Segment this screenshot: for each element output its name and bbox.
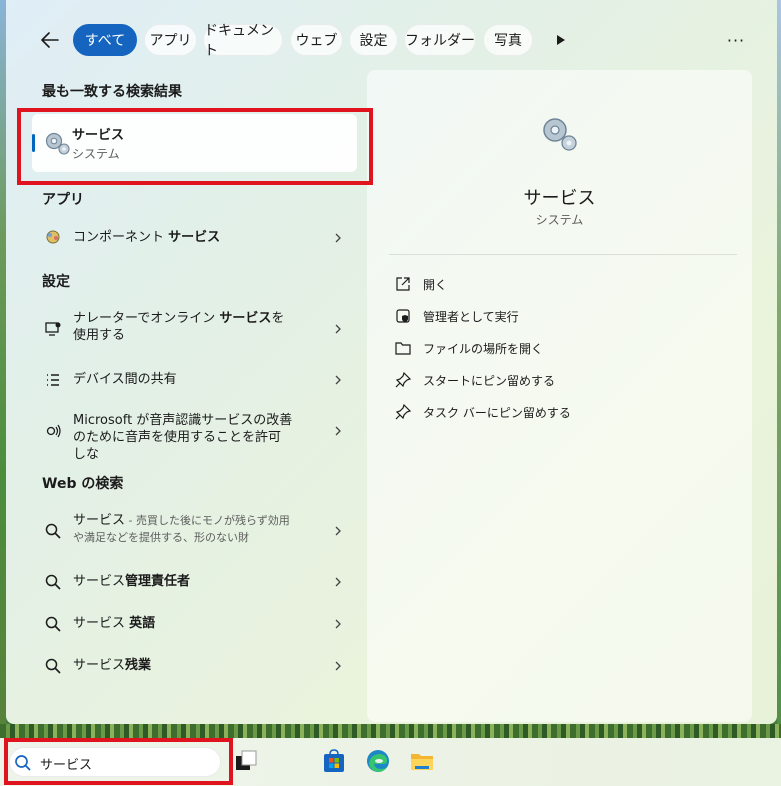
tab-apps[interactable]: アプリ (144, 24, 197, 56)
list-item-label: ナレーターでオンライン サービスを使用する (73, 311, 285, 343)
back-button[interactable] (36, 26, 64, 54)
search-icon (45, 574, 61, 590)
tab-all[interactable]: すべて (73, 24, 137, 56)
play-icon (557, 35, 565, 45)
list-item-label: サービス残業 (73, 658, 152, 673)
action-pin-to-start[interactable]: スタートにピン留めする (395, 370, 695, 392)
tab-folders[interactable]: フォルダー (404, 24, 476, 56)
preview-subtitle: システム (535, 213, 584, 227)
list-item-label: Microsoft が音声認識サービスの改善のために音声を使用することを許可しな (73, 413, 293, 462)
list-item-narrator-services[interactable]: ナレーターでオンライン サービスを使用する (32, 308, 357, 350)
action-open-file-location[interactable]: ファイルの場所を開く (395, 338, 695, 360)
chevron-right-icon (335, 375, 341, 385)
folder-icon (395, 342, 411, 355)
file-explorer-icon[interactable] (409, 748, 435, 774)
search-icon (45, 523, 61, 539)
chevron-right-icon (335, 577, 341, 587)
component-services-icon (46, 230, 60, 244)
desktop-wallpaper-strip (0, 724, 781, 738)
list-item-label: デバイス間の共有 (73, 372, 177, 387)
settings-heading: 設定 (42, 274, 70, 290)
list-item-web-result[interactable]: サービス残業 (32, 654, 357, 678)
chevron-right-icon (335, 426, 341, 436)
preview-title: サービス (523, 188, 596, 209)
chevron-right-icon (335, 661, 341, 671)
apps-heading: アプリ (42, 192, 84, 208)
pin-icon (395, 372, 411, 388)
list-item-speech-recognition[interactable]: Microsoft が音声認識サービスの改善のために音声を使用することを許可しな (32, 410, 357, 462)
task-view-icon[interactable] (233, 748, 259, 774)
chevron-right-icon (335, 324, 341, 334)
shield-admin-icon (396, 309, 410, 323)
action-pin-to-taskbar[interactable]: タスク バーにピン留めする (395, 402, 695, 424)
list-bullets-icon (47, 374, 59, 386)
highlight-box (17, 108, 373, 185)
open-external-icon (396, 277, 410, 291)
more-options-button[interactable]: ··· (724, 28, 748, 52)
action-label: ファイルの場所を開く (423, 342, 544, 356)
tab-documents[interactable]: ドキュメント (203, 23, 283, 59)
tab-web[interactable]: ウェブ (290, 24, 343, 56)
list-item-web-result[interactable]: サービス - 売買した後にモノが残らず効用や満足などを提供する、形のない財 (32, 510, 357, 552)
store-icon[interactable] (321, 748, 347, 774)
best-match-heading: 最も一致する検索結果 (42, 84, 182, 100)
chevron-right-icon (335, 526, 341, 536)
pin-icon (395, 404, 411, 420)
more-tabs-button[interactable] (551, 30, 571, 50)
action-open[interactable]: 開く (395, 274, 695, 296)
chevron-right-icon (335, 233, 341, 243)
web-search-heading: Web の検索 (42, 476, 124, 492)
search-icon (45, 616, 61, 632)
preview-pane: サービス システム 開く 管理者として実行 ファイルの場所を開く スタートにピン… (367, 70, 752, 722)
chevron-right-icon (335, 619, 341, 629)
search-icon (45, 658, 61, 674)
list-item-device-sharing[interactable]: デバイス間の共有 (32, 368, 357, 392)
arrow-left-icon (41, 32, 59, 48)
edge-icon[interactable] (365, 748, 391, 774)
speech-icon (46, 424, 61, 438)
more-dots-icon: ··· (726, 30, 746, 50)
action-label: 管理者として実行 (423, 310, 519, 324)
list-item-label: サービス 英語 (73, 616, 156, 631)
list-item-label: コンポーネント サービス (73, 230, 221, 245)
services-gear-icon (543, 118, 577, 151)
divider (389, 254, 737, 255)
list-item-web-result[interactable]: サービス 英語 (32, 612, 357, 636)
list-item-label: サービス管理責任者 (73, 574, 191, 589)
filter-bar: すべて アプリ ドキュメント ウェブ 設定 フォルダー 写真 ··· (6, 22, 777, 59)
action-label: スタートにピン留めする (423, 374, 556, 388)
narrator-icon (45, 322, 61, 336)
list-item-component-services[interactable]: コンポーネント サービス (32, 226, 357, 250)
highlight-box (4, 738, 233, 785)
tab-settings[interactable]: 設定 (349, 24, 398, 56)
tab-photos[interactable]: 写真 (483, 24, 533, 56)
action-label: 開く (423, 278, 448, 292)
desktop-wallpaper-right (777, 0, 781, 786)
action-run-as-admin[interactable]: 管理者として実行 (395, 306, 695, 328)
list-item-web-result[interactable]: サービス管理責任者 (32, 570, 357, 594)
action-label: タスク バーにピン留めする (423, 406, 571, 420)
list-item-label: サービス - 売買した後にモノが残らず効用や満足などを提供する、形のない財 (73, 513, 290, 544)
